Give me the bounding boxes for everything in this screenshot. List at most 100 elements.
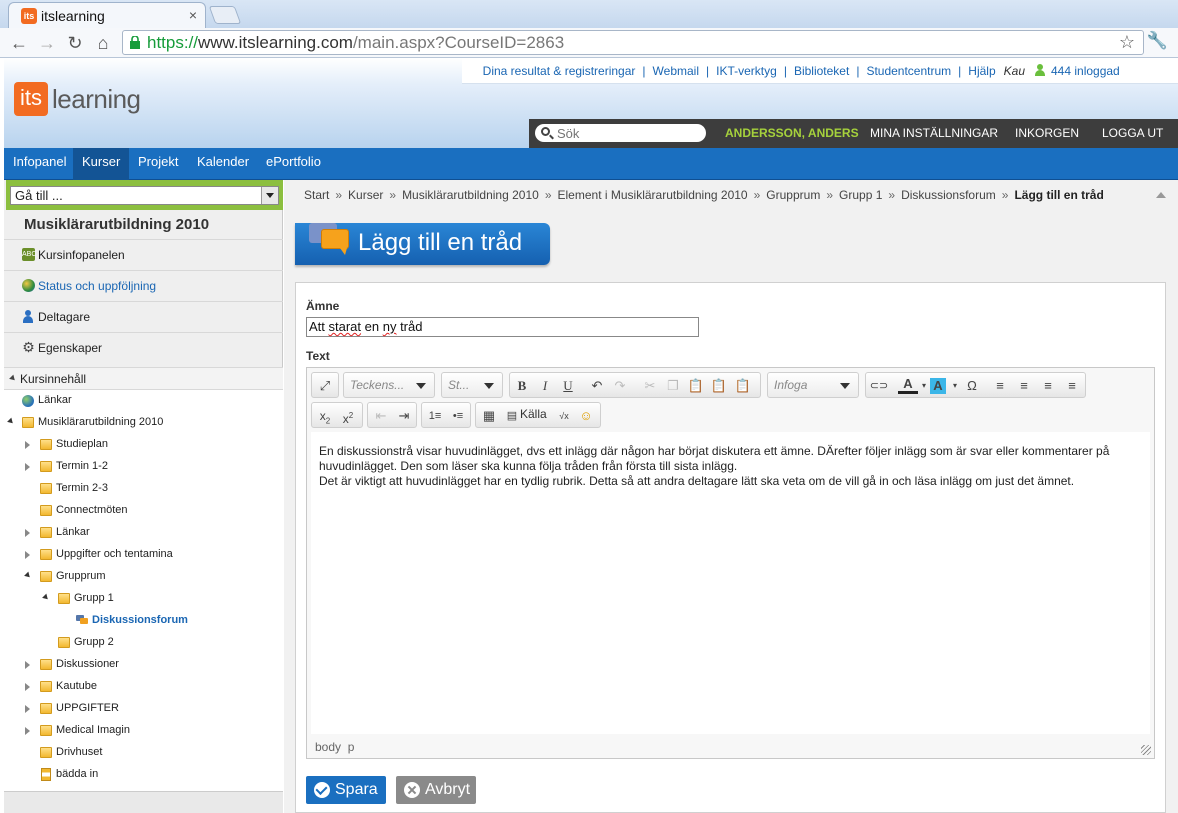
tree-item-termin-1-2[interactable]: Termin 1-2	[4, 456, 283, 478]
save-button[interactable]: Spara	[306, 776, 386, 804]
indent-icon[interactable]: ⇥	[394, 406, 414, 426]
tree-item-studieplan[interactable]: Studieplan	[4, 434, 283, 456]
tree-item-diskussioner[interactable]: Diskussioner	[4, 654, 283, 676]
wrench-menu-icon[interactable]: 🔧	[1147, 31, 1168, 51]
breadcrumb-course[interactable]: Musiklärarutbildning 2010	[402, 188, 539, 202]
collapse-up-icon[interactable]	[1156, 192, 1166, 198]
bulleted-list-icon[interactable]: •≡	[448, 406, 468, 426]
align-center-icon[interactable]: ≡	[1014, 376, 1034, 396]
tree-item-course-root[interactable]: Musiklärarutbildning 2010	[4, 412, 283, 434]
bold-icon[interactable]: B	[512, 376, 532, 396]
expand-closed-icon[interactable]	[25, 661, 30, 669]
tree-item-uppgifter[interactable]: Uppgifter och tentamina	[4, 544, 283, 566]
expand-open-icon[interactable]	[7, 417, 15, 426]
special-character-icon[interactable]: Ω	[962, 376, 982, 396]
undo-icon[interactable]: ↶	[587, 376, 607, 396]
cancel-button[interactable]: Avbryt	[396, 776, 476, 804]
expand-closed-icon[interactable]	[25, 705, 30, 713]
tree-item-lankar[interactable]: Länkar	[4, 522, 283, 544]
bookmark-star-icon[interactable]: ☆	[1119, 32, 1135, 53]
math-formula-icon[interactable]: √x	[554, 406, 574, 426]
breadcrumb-forum[interactable]: Diskussionsforum	[901, 188, 996, 202]
breadcrumb-courses[interactable]: Kurser	[348, 188, 383, 202]
user-name-link[interactable]: ANDERSSON, ANDERS	[725, 119, 859, 148]
align-justify-icon[interactable]: ≡	[1062, 376, 1082, 396]
paste-text-icon[interactable]: 📋	[709, 376, 729, 396]
toplink-library[interactable]: Biblioteket	[794, 58, 849, 84]
close-tab-icon[interactable]: ×	[189, 7, 197, 23]
home-icon[interactable]: ⌂	[92, 32, 114, 54]
expand-closed-icon[interactable]	[25, 683, 30, 691]
toplink-ikt[interactable]: IKT-verktyg	[716, 58, 777, 84]
copy-icon[interactable]: ❐	[663, 376, 683, 396]
table-icon[interactable]: ▦	[479, 406, 499, 426]
path-body[interactable]: body	[315, 740, 341, 754]
tree-item-diskussionsforum[interactable]: Diskussionsforum	[4, 610, 283, 632]
menu-course-infopanel[interactable]: ABC Kursinfopanelen	[4, 239, 283, 269]
tree-item-grupprum[interactable]: Grupprum	[4, 566, 283, 588]
smiley-icon[interactable]: ☺	[576, 406, 596, 426]
tree-item-kautube[interactable]: Kautube	[4, 676, 283, 698]
breadcrumb-grupprum[interactable]: Grupprum	[766, 188, 820, 202]
maximize-icon[interactable]: ⤢	[315, 376, 335, 396]
superscript-icon[interactable]: x2	[338, 406, 358, 426]
align-right-icon[interactable]: ≡	[1038, 376, 1058, 396]
insert-select[interactable]: Infoga	[767, 372, 859, 398]
subscript-icon[interactable]: x2	[315, 406, 335, 426]
tree-item-uppgifter-caps[interactable]: UPPGIFTER	[4, 698, 283, 720]
chevron-down-icon[interactable]	[261, 187, 278, 204]
tree-item-drivhuset[interactable]: Drivhuset	[4, 742, 283, 764]
toplink-results[interactable]: Dina resultat & registreringar	[483, 58, 636, 84]
nav-projects[interactable]: Projekt	[129, 148, 187, 180]
outdent-icon[interactable]: ⇤	[371, 406, 391, 426]
breadcrumb-start[interactable]: Start	[304, 188, 329, 202]
tree-item-badda-in[interactable]: bädda in	[4, 764, 283, 786]
tree-item-links[interactable]: Länkar	[4, 390, 283, 412]
toplink-studentcenter[interactable]: Studentcentrum	[866, 58, 951, 84]
background-color-icon[interactable]: A	[930, 378, 946, 394]
course-content-header[interactable]: Kursinnehåll	[4, 367, 283, 389]
reload-icon[interactable]: ↻	[64, 32, 86, 54]
browser-tab[interactable]: its itslearning ×	[8, 2, 206, 28]
path-p[interactable]: p	[348, 740, 355, 754]
resize-grip-icon[interactable]	[1141, 745, 1151, 755]
new-tab-button[interactable]	[208, 6, 242, 24]
nav-calendar[interactable]: Kalender	[188, 148, 258, 180]
inbox-link[interactable]: INKORGEN	[1015, 119, 1079, 148]
font-size-select[interactable]: St...	[441, 372, 503, 398]
source-doc-icon[interactable]: ▤	[502, 406, 522, 426]
menu-participants[interactable]: Deltagare	[4, 301, 283, 331]
nav-infopanel[interactable]: Infopanel	[4, 148, 76, 180]
paste-word-icon[interactable]: 📋	[733, 376, 753, 396]
tree-item-medical-imagin[interactable]: Medical Imagin	[4, 720, 283, 742]
breadcrumb-grupp-1[interactable]: Grupp 1	[839, 188, 882, 202]
redo-icon[interactable]: ↷	[610, 376, 630, 396]
paste-icon[interactable]: 📋	[686, 376, 706, 396]
cut-icon[interactable]: ✂	[640, 376, 660, 396]
italic-icon[interactable]: I	[535, 376, 555, 396]
font-family-select[interactable]: Teckens...	[343, 372, 435, 398]
expand-closed-icon[interactable]	[25, 727, 30, 735]
expand-open-icon[interactable]	[24, 571, 32, 580]
expand-closed-icon[interactable]	[25, 441, 30, 449]
collapse-triangle-icon[interactable]	[9, 374, 17, 383]
expand-open-icon[interactable]	[42, 593, 50, 602]
underline-icon[interactable]: U	[558, 376, 578, 396]
breadcrumb-elements[interactable]: Element i Musiklärarutbildning 2010	[558, 188, 748, 202]
toplink-help[interactable]: Hjälp	[968, 58, 995, 84]
expand-closed-icon[interactable]	[25, 463, 30, 471]
nav-eportfolio[interactable]: ePortfolio	[257, 148, 330, 180]
align-left-icon[interactable]: ≡	[990, 376, 1010, 396]
tree-item-grupp-1[interactable]: Grupp 1	[4, 588, 283, 610]
tree-item-grupp-2[interactable]: Grupp 2	[4, 632, 283, 654]
menu-properties[interactable]: ⚙ Egenskaper	[4, 332, 283, 362]
forward-icon[interactable]: →	[36, 32, 58, 54]
search-input[interactable]	[557, 125, 697, 141]
toplink-webmail[interactable]: Webmail	[653, 58, 699, 84]
nav-courses[interactable]: Kurser	[73, 148, 130, 180]
expand-closed-icon[interactable]	[25, 551, 30, 559]
menu-status-followup[interactable]: Status och uppföljning	[4, 270, 283, 300]
editor-content-area[interactable]: En diskussionstrå visar huvudinlägget, d…	[311, 432, 1150, 734]
numbered-list-icon[interactable]: 1≡	[425, 406, 445, 426]
logout-link[interactable]: LOGGA UT	[1102, 119, 1163, 148]
